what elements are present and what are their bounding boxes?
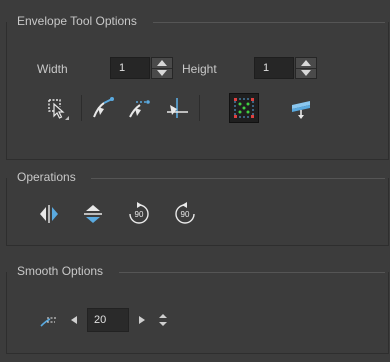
merge-layers-button[interactable]: [287, 94, 315, 122]
merge-layers-icon: [292, 101, 310, 119]
rotate-90-cw-icon: 90: [129, 202, 149, 224]
smooth-handle-icon: [129, 100, 150, 118]
smooth-value-field[interactable]: 20: [87, 308, 129, 332]
height-label: Height: [182, 62, 217, 76]
height-field[interactable]: 1: [254, 57, 294, 79]
rotate-90-ccw-button[interactable]: 90: [171, 200, 199, 228]
grid-points-button[interactable]: [229, 93, 259, 123]
arrow-right-icon: [139, 316, 145, 324]
width-decrement-button[interactable]: [152, 68, 172, 78]
arrow-left-icon: [71, 316, 77, 324]
flip-horizontal-icon: [40, 205, 58, 223]
envelope-tool-options-panel: Envelope Tool Options Width 1 Height 1 O…: [0, 0, 390, 362]
arrow-up-icon: [301, 60, 311, 66]
smooth-increase-button[interactable]: [133, 310, 149, 330]
smooth-slider-handle[interactable]: [155, 310, 171, 330]
width-stepper[interactable]: 1: [110, 57, 174, 79]
smooth-options-title: Smooth Options: [13, 264, 108, 278]
bezier-handle-button[interactable]: [89, 94, 117, 122]
arrow-down-icon: [157, 70, 167, 76]
flip-vertical-button[interactable]: [79, 200, 107, 228]
envelope-options-section: Envelope Tool Options Width 1 Height 1: [6, 14, 389, 160]
rotate-90-ccw-icon: 90: [175, 202, 195, 224]
corner-handle-icon: [167, 98, 188, 118]
envelope-options-title: Envelope Tool Options: [13, 14, 141, 28]
rotate-90-cw-button[interactable]: 90: [125, 200, 153, 228]
bezier-handle-icon: [93, 97, 114, 118]
smooth-decrease-button[interactable]: [67, 310, 83, 330]
grid-points-icon: [234, 98, 254, 118]
lasso-select-button[interactable]: [43, 94, 71, 122]
smooth-handle-button[interactable]: [125, 94, 153, 122]
width-field[interactable]: 1: [110, 57, 150, 79]
smooth-curve-icon: [40, 317, 57, 327]
lasso-select-icon: [48, 99, 69, 120]
flip-horizontal-button[interactable]: [35, 200, 63, 228]
corner-handle-button[interactable]: [163, 94, 191, 122]
operations-title: Operations: [13, 170, 80, 184]
width-label: Width: [37, 62, 68, 76]
arrow-up-icon: [157, 60, 167, 66]
operations-section: Operations 90 90: [6, 170, 389, 246]
svg-text:90: 90: [135, 210, 144, 219]
up-down-arrows-icon: [159, 314, 167, 326]
svg-text:90: 90: [181, 210, 190, 219]
height-decrement-button[interactable]: [296, 68, 316, 78]
flip-vertical-icon: [84, 205, 102, 223]
smooth-options-section: Smooth Options 20: [6, 264, 389, 354]
arrow-down-icon: [301, 70, 311, 76]
height-stepper[interactable]: 1: [254, 57, 318, 79]
smooth-icon-label: [35, 306, 63, 334]
